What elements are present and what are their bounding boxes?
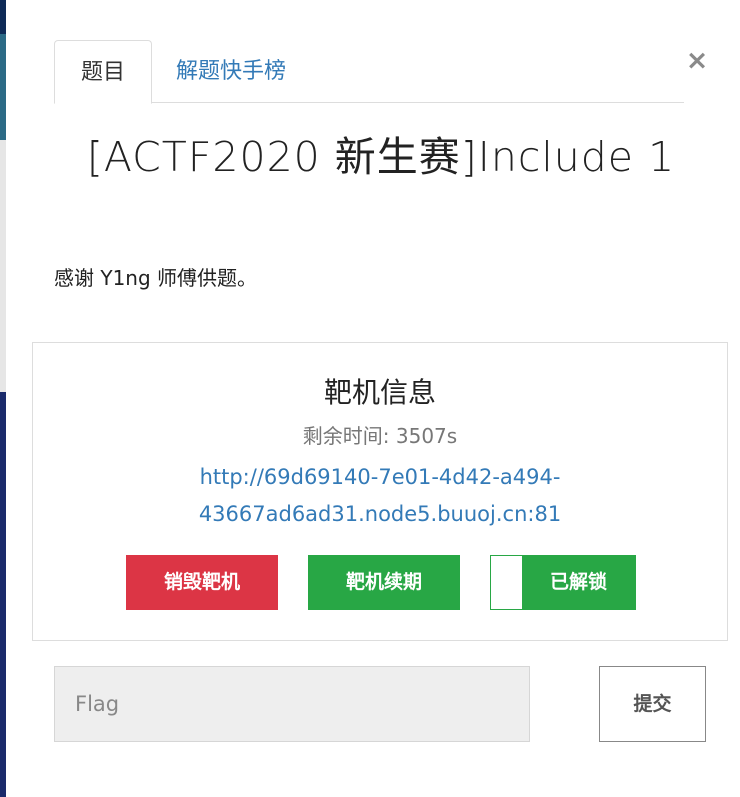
target-url-link[interactable]: http://69d69140-7e01-4d42-a494- 43667ad6… xyxy=(33,459,727,533)
destroy-target-button[interactable]: 销毁靶机 xyxy=(126,555,278,610)
submit-button[interactable]: 提交 xyxy=(599,666,706,742)
target-url-line-1[interactable]: http://69d69140-7e01-4d42-a494- xyxy=(33,459,727,496)
target-url-line-2[interactable]: 43667ad6ad31.node5.buuoj.cn:81 xyxy=(33,496,727,533)
target-heading: 靶机信息 xyxy=(323,376,436,409)
tab-challenge[interactable]: 题目 xyxy=(54,40,152,104)
toggle-label: 已解锁 xyxy=(549,571,607,593)
flag-input[interactable] xyxy=(54,666,530,742)
remaining-time: 剩余时间: 3507s xyxy=(302,424,458,448)
renew-target-button[interactable]: 靶机续期 xyxy=(308,555,460,610)
toggle-knob[interactable] xyxy=(491,556,522,609)
tab-bar: 题目 解题快手榜 xyxy=(54,40,684,104)
unlock-toggle[interactable]: 已解锁 xyxy=(490,555,636,610)
close-icon[interactable]: × xyxy=(682,44,712,78)
tab-solves[interactable]: 解题快手榜 xyxy=(176,40,286,102)
challenge-modal: × 题目 解题快手榜 [ACTF2020 新生赛]Include 1 感谢 Y1… xyxy=(6,0,740,797)
target-info-panel: 靶机信息 剩余时间: 3507s http://69d69140-7e01-4d… xyxy=(32,342,728,641)
challenge-title: [ACTF2020 新生赛]Include 1 xyxy=(86,133,676,181)
challenge-description: 感谢 Y1ng 师傅供题。 xyxy=(54,266,258,290)
